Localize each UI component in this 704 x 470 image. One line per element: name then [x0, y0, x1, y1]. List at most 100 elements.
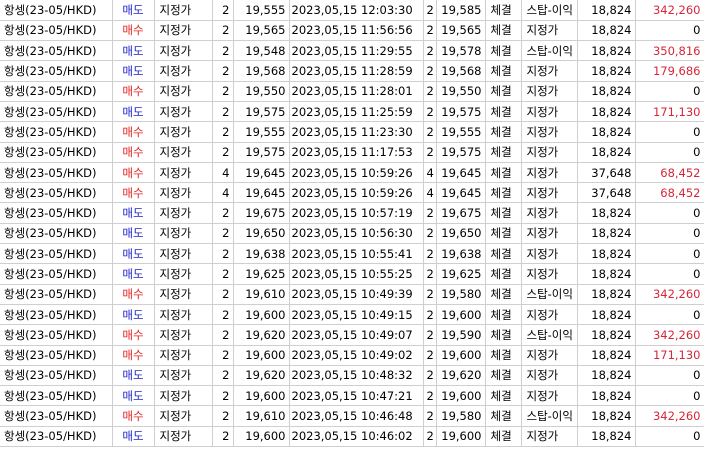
table-row[interactable]: 항셍(23-05/HKD) 매도 지정가 2 19,650 2023,05,15 10:5… [0, 222, 704, 245]
condition-type-cell: 스탑-이익 [520, 405, 578, 427]
order-price-cell: 19,600 [232, 425, 290, 448]
status-cell: 체결 [484, 405, 522, 427]
side-cell: 매수 [111, 182, 155, 204]
amount-cell: 18,824 [576, 202, 636, 224]
pnl-cell: 0 [634, 364, 704, 387]
table-row[interactable]: 항셍(23-05/HKD) 매도 지정가 2 19,625 2023,05,15 10:5… [0, 263, 704, 285]
table-row[interactable]: 항셍(23-05/HKD) 매도 지정가 2 19,620 2023,05,15 10:4… [0, 364, 704, 387]
symbol-cell: 항셍(23-05/HKD) [0, 161, 113, 184]
table-row[interactable]: 항셍(23-05/HKD) 매도 지정가 2 19,638 2023,05,15 10:5… [0, 243, 704, 265]
filled-quantity-cell: 2 [422, 100, 437, 123]
table-row[interactable]: 항셍(23-05/HKD) 매수 지정가 2 19,550 2023,05,15 11:2… [0, 80, 704, 102]
table-row[interactable]: 항셍(23-05/HKD) 매도 지정가 2 19,600 2023,05,15 10:4… [0, 303, 704, 326]
symbol-cell: 항셍(23-05/HKD) [0, 364, 113, 387]
amount-cell: 18,824 [576, 222, 636, 245]
quantity-cell: 4 [211, 161, 234, 184]
filled-price-cell: 19,625 [435, 263, 486, 285]
table-row[interactable]: 항셍(23-05/HKD) 매도 지정가 2 19,548 2023,05,15 11:2… [0, 40, 704, 62]
status-cell: 체결 [484, 161, 522, 184]
table-row[interactable]: 항셍(23-05/HKD) 매수 지정가 2 19,620 2023,05,15 10:4… [0, 324, 704, 346]
filled-price-cell: 19,675 [435, 202, 486, 224]
quantity-cell: 2 [211, 202, 234, 224]
order-time-cell: 2023,05,15 11:23:30 [288, 121, 424, 143]
side-cell: 매수 [111, 141, 155, 163]
filled-price-cell: 19,645 [435, 161, 486, 184]
amount-cell: 18,824 [576, 141, 636, 163]
table-row[interactable]: 항셍(23-05/HKD) 매도 지정가 2 19,675 2023,05,15 10:5… [0, 202, 704, 224]
order-time-cell: 2023,05,15 10:57:19 [288, 202, 424, 224]
order-price-cell: 19,638 [232, 243, 290, 265]
filled-price-cell: 19,638 [435, 243, 486, 265]
symbol-cell: 항셍(23-05/HKD) [0, 344, 113, 366]
table-row[interactable]: 항셍(23-05/HKD) 매수 지정가 2 19,600 2023,05,15 10:4… [0, 344, 704, 366]
order-price-cell: 19,650 [232, 222, 290, 245]
table-row[interactable]: 항셍(23-05/HKD) 매도 지정가 2 19,568 2023,05,15 11:2… [0, 60, 704, 82]
order-price-cell: 19,600 [232, 344, 290, 366]
order-type-cell: 지정가 [153, 202, 213, 224]
order-type-cell: 지정가 [153, 283, 213, 305]
table-row[interactable]: 항셍(23-05/HKD) 매수 지정가 2 19,565 2023,05,15 11:5… [0, 19, 704, 42]
order-type-cell: 지정가 [153, 243, 213, 265]
table-row[interactable]: 항셍(23-05/HKD) 매도 지정가 2 19,600 2023,05,15 10:4… [0, 385, 704, 407]
filled-quantity-cell: 2 [422, 121, 437, 143]
symbol-cell: 항셍(23-05/HKD) [0, 100, 113, 123]
filled-price-cell: 19,580 [435, 283, 486, 305]
filled-quantity-cell: 2 [422, 344, 437, 366]
order-history-table: 항셍(23-05/HKD) 매도 지정가 2 19,555 2023,05,15 12:0… [0, 0, 704, 448]
filled-quantity-cell: 2 [422, 425, 437, 448]
quantity-cell: 2 [211, 283, 234, 305]
order-type-cell: 지정가 [153, 60, 213, 82]
amount-cell: 37,648 [576, 182, 636, 204]
order-type-cell: 지정가 [153, 222, 213, 245]
table-row[interactable]: 항셍(23-05/HKD) 매도 지정가 2 19,555 2023,05,15 12:0… [0, 0, 704, 21]
order-type-cell: 지정가 [153, 100, 213, 123]
table-row[interactable]: 항셍(23-05/HKD) 매수 지정가 4 19,645 2023,05,15 10:5… [0, 182, 704, 204]
condition-type-cell: 지정가 [520, 364, 578, 387]
filled-quantity-cell: 2 [422, 80, 437, 102]
status-cell: 체결 [484, 222, 522, 245]
filled-price-cell: 19,600 [435, 385, 486, 407]
order-price-cell: 19,568 [232, 60, 290, 82]
filled-price-cell: 19,650 [435, 222, 486, 245]
table-row[interactable]: 항셍(23-05/HKD) 매수 지정가 2 19,610 2023,05,15 10:4… [0, 405, 704, 427]
filled-price-cell: 19,550 [435, 80, 486, 102]
quantity-cell: 2 [211, 243, 234, 265]
amount-cell: 18,824 [576, 60, 636, 82]
filled-quantity-cell: 2 [422, 405, 437, 427]
pnl-cell: 68,452 [634, 182, 704, 204]
pnl-cell: 0 [634, 243, 704, 265]
quantity-cell: 2 [211, 303, 234, 326]
condition-type-cell: 지정가 [520, 385, 578, 407]
pnl-cell: 342,260 [634, 405, 704, 427]
table-row[interactable]: 항셍(23-05/HKD) 매수 지정가 2 19,575 2023,05,15 11:1… [0, 141, 704, 163]
status-cell: 체결 [484, 182, 522, 204]
table-row[interactable]: 항셍(23-05/HKD) 매도 지정가 2 19,600 2023,05,15 10:4… [0, 425, 704, 448]
order-time-cell: 2023,05,15 10:46:48 [288, 405, 424, 427]
pnl-cell: 0 [634, 425, 704, 448]
side-cell: 매도 [111, 263, 155, 285]
pnl-cell: 0 [634, 263, 704, 285]
symbol-cell: 항셍(23-05/HKD) [0, 303, 113, 326]
quantity-cell: 2 [211, 405, 234, 427]
table-row[interactable]: 항셍(23-05/HKD) 매수 지정가 2 19,555 2023,05,15 11:2… [0, 121, 704, 143]
status-cell: 체결 [484, 100, 522, 123]
pnl-cell: 171,130 [634, 344, 704, 366]
table-row[interactable]: 항셍(23-05/HKD) 매수 지정가 4 19,645 2023,05,15 10:5… [0, 161, 704, 184]
symbol-cell: 항셍(23-05/HKD) [0, 202, 113, 224]
table-row[interactable]: 항셍(23-05/HKD) 매수 지정가 2 19,610 2023,05,15 10:4… [0, 283, 704, 305]
filled-quantity-cell: 2 [422, 324, 437, 346]
side-cell: 매도 [111, 202, 155, 224]
side-cell: 매수 [111, 161, 155, 184]
condition-type-cell: 지정가 [520, 60, 578, 82]
filled-price-cell: 19,580 [435, 405, 486, 427]
quantity-cell: 2 [211, 425, 234, 448]
filled-quantity-cell: 2 [422, 19, 437, 42]
side-cell: 매도 [111, 222, 155, 245]
side-cell: 매도 [111, 60, 155, 82]
amount-cell: 18,824 [576, 121, 636, 143]
table-row[interactable]: 항셍(23-05/HKD) 매도 지정가 2 19,575 2023,05,15 11:2… [0, 100, 704, 123]
condition-type-cell: 지정가 [520, 263, 578, 285]
status-cell: 체결 [484, 40, 522, 62]
amount-cell: 18,824 [576, 263, 636, 285]
order-time-cell: 2023,05,15 11:28:01 [288, 80, 424, 102]
